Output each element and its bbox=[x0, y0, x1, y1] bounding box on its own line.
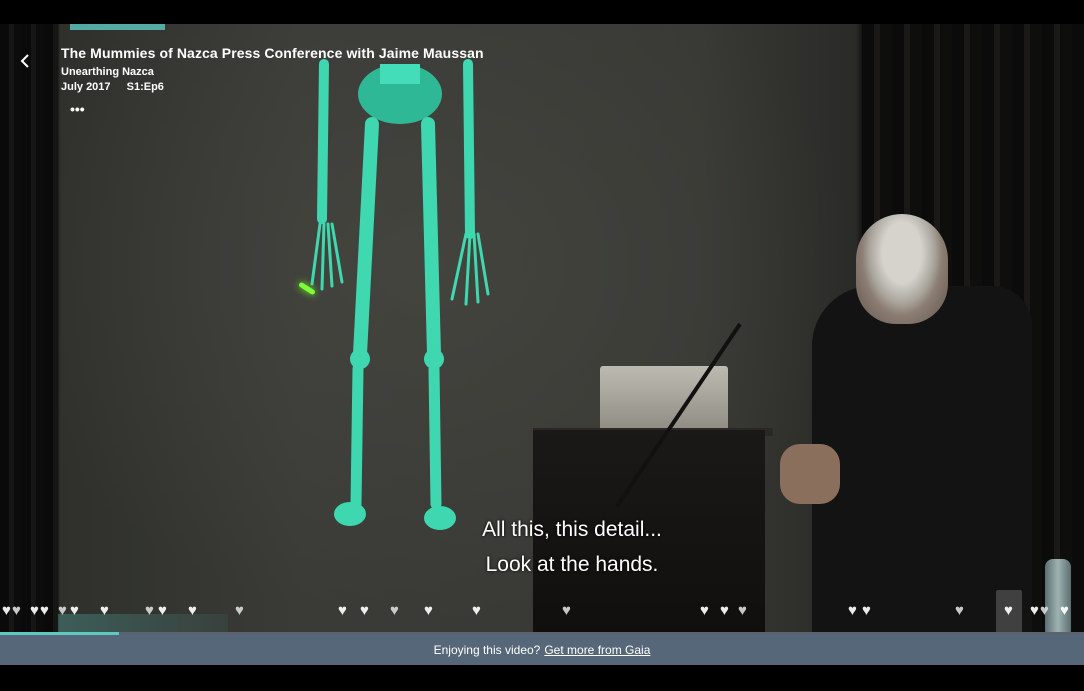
heart-icon[interactable]: ♥ bbox=[472, 602, 481, 620]
heart-icon[interactable]: ♥ bbox=[390, 602, 399, 620]
heart-icon[interactable]: ♥ bbox=[2, 602, 11, 620]
heart-icon[interactable]: ♥ bbox=[40, 602, 49, 620]
video-title: The Mummies of Nazca Press Conference wi… bbox=[61, 45, 484, 61]
speaker-head bbox=[856, 214, 948, 324]
ellipsis-icon[interactable]: ••• bbox=[70, 102, 85, 116]
laptop bbox=[600, 366, 728, 434]
heart-icon[interactable]: ♥ bbox=[1060, 602, 1069, 620]
video-info: The Mummies of Nazca Press Conference wi… bbox=[61, 45, 484, 93]
heart-icon[interactable]: ♥ bbox=[1040, 602, 1049, 620]
heart-icon[interactable]: ♥ bbox=[424, 602, 433, 620]
player-controls-preview bbox=[58, 614, 228, 634]
top-accent-bar bbox=[70, 24, 165, 30]
episode-number: S1:Ep6 bbox=[126, 81, 164, 93]
heart-icon[interactable]: ♥ bbox=[338, 602, 347, 620]
heart-icon[interactable]: ♥ bbox=[700, 602, 709, 620]
heart-icon[interactable]: ♥ bbox=[1004, 602, 1013, 620]
episode-info: July 2017 S1:Ep6 bbox=[61, 81, 484, 93]
promo-link[interactable]: Get more from Gaia bbox=[544, 643, 650, 657]
subtitle-line-1: All this, this detail... bbox=[482, 518, 662, 541]
heart-icon[interactable]: ♥ bbox=[235, 602, 244, 620]
heart-icon[interactable]: ♥ bbox=[720, 602, 729, 620]
chevron-left-icon bbox=[20, 54, 29, 68]
curtain-left bbox=[0, 24, 58, 634]
heart-icon[interactable]: ♥ bbox=[12, 602, 21, 620]
speaker-hands bbox=[780, 444, 840, 504]
heart-icon[interactable]: ♥ bbox=[30, 602, 39, 620]
heart-icon[interactable]: ♥ bbox=[562, 602, 571, 620]
series-name[interactable]: Unearthing Nazca bbox=[61, 66, 484, 78]
subtitle-line-2: Look at the hands. bbox=[485, 553, 659, 576]
heart-icon[interactable]: ♥ bbox=[955, 602, 964, 620]
speaker-body bbox=[812, 286, 1032, 634]
heart-icon[interactable]: ♥ bbox=[738, 602, 747, 620]
back-button[interactable] bbox=[12, 48, 38, 74]
heart-icon[interactable]: ♥ bbox=[848, 602, 857, 620]
heart-icon[interactable]: ♥ bbox=[360, 602, 369, 620]
subtitles: All this, this detail... Look at the han… bbox=[430, 512, 714, 582]
xray-skeleton-image bbox=[310, 59, 490, 530]
promo-text: Enjoying this video? bbox=[433, 643, 541, 657]
release-date: July 2017 bbox=[61, 81, 111, 93]
heart-icon[interactable]: ♥ bbox=[1030, 602, 1039, 620]
heart-icon[interactable]: ♥ bbox=[862, 602, 871, 620]
promo-bar: Enjoying this video? Get more from Gaia bbox=[0, 635, 1084, 665]
